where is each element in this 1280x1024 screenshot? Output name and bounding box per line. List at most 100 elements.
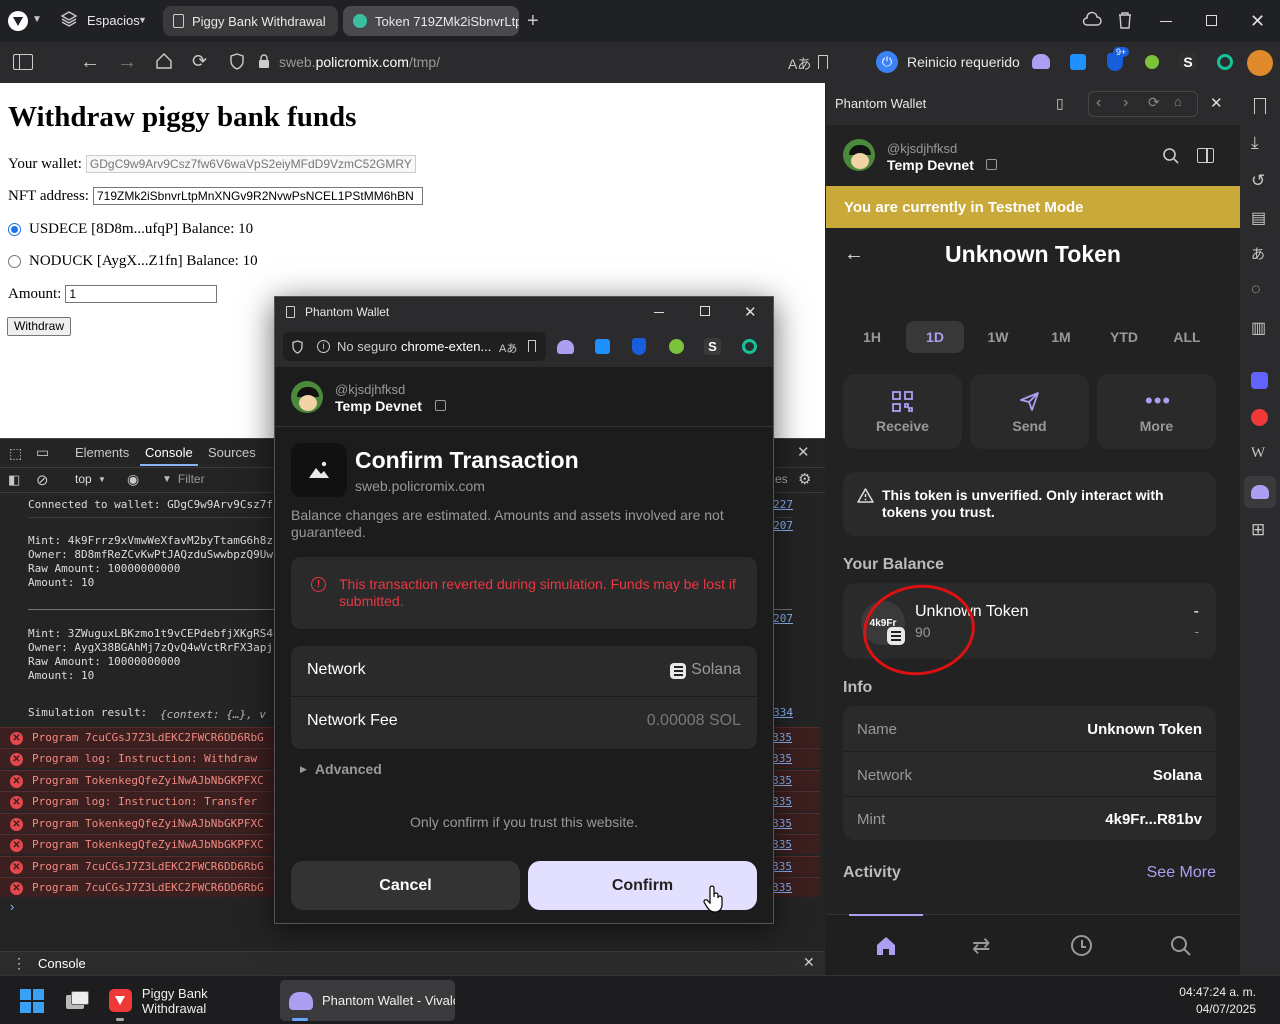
explore-search-icon[interactable]: [1170, 935, 1192, 957]
extension-grammarly-icon[interactable]: [1217, 54, 1233, 70]
extension-grammarly-icon[interactable]: [742, 339, 757, 354]
add-panel-icon[interactable]: ⊞: [1251, 520, 1265, 540]
panel-home-icon[interactable]: ⌂: [1174, 94, 1182, 109]
chevron-down-icon[interactable]: ▼: [32, 14, 42, 25]
drawer-close-icon[interactable]: ✕: [803, 954, 815, 971]
source-link[interactable]: 227: [773, 498, 793, 511]
tab-1m[interactable]: 1M: [1032, 321, 1090, 353]
phantom-extension-icon[interactable]: [1032, 54, 1050, 69]
receive-button[interactable]: Receive: [843, 374, 962, 449]
see-more-link[interactable]: See More: [1147, 864, 1216, 882]
layers-icon[interactable]: [60, 10, 78, 28]
shield-icon[interactable]: [230, 53, 244, 70]
account-name[interactable]: Temp Devnet: [335, 398, 422, 414]
wallet-field[interactable]: GDgC9w9Arv9Csz7fw6V6waVpS2eiyMFdD9VzmC52…: [85, 155, 416, 173]
new-tab-icon[interactable]: +: [527, 10, 539, 33]
source-link[interactable]: 335: [772, 774, 792, 787]
sidebar-toggle-icon[interactable]: ◧: [8, 472, 20, 488]
source-link[interactable]: 207: [773, 612, 793, 625]
context-select[interactable]: top: [75, 472, 92, 486]
reading-list-icon[interactable]: ◌: [1251, 281, 1261, 299]
mastodon-icon[interactable]: [1251, 372, 1268, 389]
tab-1d[interactable]: 1D: [906, 321, 964, 353]
more-button[interactable]: ••• More: [1097, 374, 1216, 449]
panel-back-icon[interactable]: ‹: [1096, 94, 1101, 112]
reload-icon[interactable]: ⟳: [192, 51, 207, 72]
devtools-close-icon[interactable]: ✕: [797, 443, 810, 461]
trash-icon[interactable]: [1117, 11, 1133, 29]
token-option[interactable]: USDECE [8D8m...ufqP] Balance: 10: [8, 221, 253, 238]
extension-blue-icon[interactable]: [595, 339, 610, 354]
close-icon[interactable]: ✕: [1250, 11, 1265, 32]
task-view-icon[interactable]: [66, 991, 90, 1011]
account-name[interactable]: Temp Devnet: [887, 157, 974, 173]
bitwarden-extension-icon[interactable]: [632, 338, 646, 355]
history-icon[interactable]: [1071, 935, 1092, 956]
source-link[interactable]: 335: [772, 838, 792, 851]
popup-minimize-icon[interactable]: [654, 312, 664, 313]
notes-icon[interactable]: ▤: [1251, 208, 1266, 228]
tab-console[interactable]: Console: [145, 445, 193, 460]
solflare-extension-icon[interactable]: S: [704, 338, 721, 355]
history-icon[interactable]: ↺: [1251, 171, 1265, 191]
lock-icon[interactable]: [258, 54, 270, 69]
source-link[interactable]: 334: [773, 706, 793, 719]
spaces-label[interactable]: Espacios: [87, 13, 140, 28]
info-value[interactable]: 4k9Fr...R81bv: [1105, 811, 1202, 828]
radio-selected[interactable]: [8, 223, 21, 236]
cancel-button[interactable]: Cancel: [291, 861, 520, 910]
device-icon[interactable]: ▯: [1056, 95, 1064, 112]
search-icon[interactable]: [1162, 147, 1180, 165]
phantom-panel-icon[interactable]: [1244, 476, 1276, 508]
bookmark-icon[interactable]: [818, 55, 828, 69]
maximize-icon[interactable]: [1206, 15, 1217, 26]
source-link[interactable]: 335: [772, 731, 792, 744]
clock-date[interactable]: 04/07/2025: [1196, 1002, 1256, 1016]
panel-forward-icon[interactable]: ›: [1123, 94, 1128, 112]
extension-green-icon[interactable]: [669, 339, 684, 354]
source-link[interactable]: 335: [772, 795, 792, 808]
radio-unselected[interactable]: [8, 255, 21, 268]
popup-maximize-icon[interactable]: [700, 306, 710, 316]
tab-token[interactable]: Token 719ZMk2iSbnvrLtpM: [343, 6, 519, 36]
tab-piggy-bank[interactable]: Piggy Bank Withdrawal: [163, 6, 338, 36]
clock-time[interactable]: 04:47:24 a. m.: [1179, 985, 1256, 999]
translate-icon[interactable]: Aあ: [788, 54, 811, 74]
filter-input[interactable]: ▼ Filter: [162, 470, 282, 488]
bookmarks-icon[interactable]: [1254, 98, 1266, 114]
vivaldi-menu-icon[interactable]: [8, 11, 28, 31]
sidebar-toggle-icon[interactable]: [1197, 148, 1214, 163]
withdraw-button[interactable]: Withdraw: [7, 317, 72, 336]
url-field[interactable]: sweb.policromix.com/tmp/: [279, 54, 440, 70]
spaces-chevron-icon[interactable]: ▼: [138, 15, 147, 25]
source-link[interactable]: 335: [772, 752, 792, 765]
copy-icon[interactable]: [986, 159, 997, 170]
cloud-sync-icon[interactable]: [1082, 11, 1102, 29]
drawer-menu-icon[interactable]: ⋮: [12, 955, 26, 972]
vivaldi-icon[interactable]: [1251, 409, 1268, 426]
restart-required-button[interactable]: ⏻ Reinicio requerido: [876, 50, 1020, 74]
console-prompt-icon[interactable]: ›: [10, 899, 14, 914]
translate-icon[interactable]: Aあ: [499, 340, 517, 356]
home-icon[interactable]: [155, 52, 173, 70]
eye-icon[interactable]: ◉: [127, 471, 139, 488]
simulation-value[interactable]: {context: {…}, v: [160, 708, 266, 722]
swap-icon[interactable]: ⇄: [972, 933, 990, 959]
panel-toggle-icon[interactable]: [13, 54, 33, 70]
bookmark-icon[interactable]: [528, 340, 536, 352]
balance-row[interactable]: 4k9Fr Unknown Token 90 - -: [843, 577, 1216, 683]
wikipedia-icon[interactable]: W: [1251, 445, 1265, 462]
tab-sources[interactable]: Sources: [208, 445, 256, 460]
avatar[interactable]: [843, 139, 875, 171]
phantom-extension-icon[interactable]: [557, 340, 574, 354]
translate-panel-icon[interactable]: あ: [1251, 244, 1265, 264]
source-link[interactable]: 207: [773, 519, 793, 532]
copy-icon[interactable]: [435, 400, 446, 411]
extension-blue-icon[interactable]: [1070, 54, 1086, 70]
log-levels-label[interactable]: es: [775, 472, 788, 486]
token-option[interactable]: NODUCK [AygX...Z1fn] Balance: 10: [8, 253, 258, 270]
panel-reload-icon[interactable]: ⟳: [1148, 94, 1160, 111]
device-toggle-icon[interactable]: ▭: [36, 444, 49, 461]
clear-console-icon[interactable]: ⊘: [36, 471, 49, 489]
solflare-extension-icon[interactable]: S: [1179, 53, 1197, 71]
